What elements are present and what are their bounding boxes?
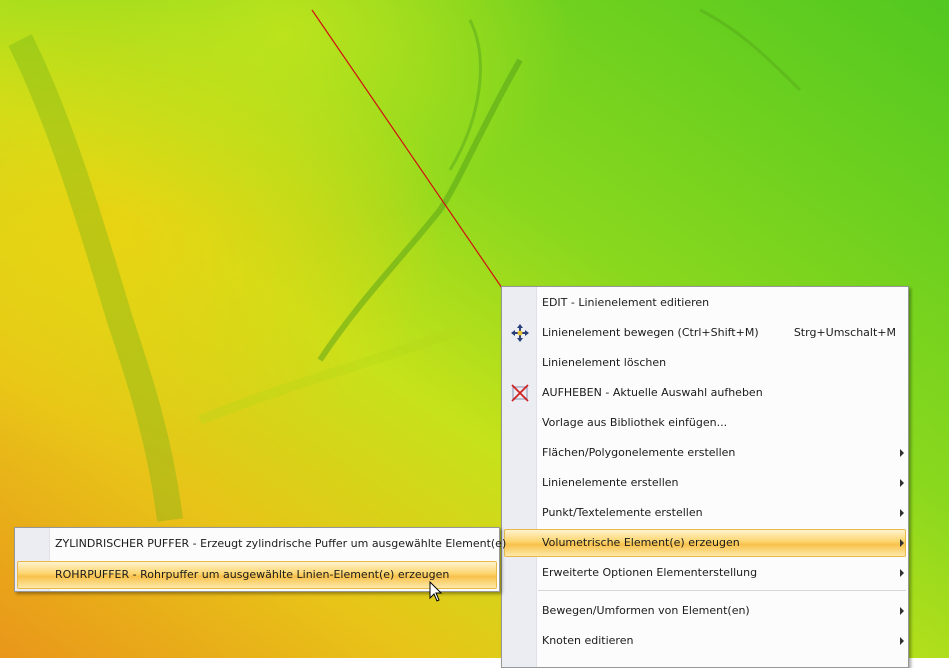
submenu-arrow-icon (900, 479, 904, 487)
menu-item-label: Bewegen/Umformen von Element(en) (542, 604, 750, 617)
menu-item-label: Linienelement löschen (542, 356, 667, 369)
submenu-item-pipe-buffer[interactable]: ROHRPUFFER - Rohrpuffer um ausgewählte L… (17, 561, 497, 589)
menu-item-label: Linienelement bewegen (Ctrl+Shift+M) (542, 326, 759, 339)
menu-item-create-area[interactable]: Flächen/Polygonelemente erstellen (504, 440, 906, 466)
menu-item-create-points[interactable]: Punkt/Textelemente erstellen (504, 500, 906, 526)
menu-item-label: EDIT - Linienelement editieren (542, 296, 710, 309)
submenu-arrow-icon (900, 509, 904, 517)
mouse-cursor-icon (429, 581, 443, 602)
menu-item-insert-template[interactable]: Vorlage aus Bibliothek einfügen... (504, 410, 906, 436)
menu-item-label: Punkt/Textelemente erstellen (542, 506, 703, 519)
submenu-item-cylindrical-buffer[interactable]: ZYLINDRISCHER PUFFER - Erzeugt zylindris… (17, 531, 506, 557)
menu-item-create-lines[interactable]: Linienelemente erstellen (504, 470, 906, 496)
context-menu: EDIT - Linienelement editieren Linienele… (501, 286, 909, 668)
menu-item-label: ZYLINDRISCHER PUFFER - Erzeugt zylindris… (55, 537, 507, 550)
menu-item-label: Linienelemente erstellen (542, 476, 679, 489)
menu-item-move-transform[interactable]: Bewegen/Umformen von Element(en) (504, 598, 906, 624)
menu-item-shortcut: Strg+Umschalt+M (793, 326, 896, 339)
submenu-arrow-icon (900, 607, 904, 615)
menu-item-label: Volumetrische Element(e) erzeugen (542, 536, 740, 549)
submenu-arrow-icon (900, 569, 904, 577)
menu-item-label: AUFHEBEN - Aktuelle Auswahl aufheben (542, 386, 763, 399)
volumetric-submenu: ZYLINDRISCHER PUFFER - Erzeugt zylindris… (14, 527, 506, 592)
menu-item-delete-line[interactable]: Linienelement löschen (504, 350, 906, 376)
menu-item-label: Erweiterte Optionen Elementerstellung (542, 566, 758, 579)
menu-item-edit-nodes[interactable]: Knoten editieren (504, 628, 906, 654)
menu-item-volumetric[interactable]: Volumetrische Element(e) erzeugen (504, 529, 906, 557)
menu-item-label: ROHRPUFFER - Rohrpuffer um ausgewählte L… (55, 568, 450, 581)
submenu-arrow-icon (900, 637, 904, 645)
submenu-arrow-icon (900, 539, 904, 547)
menu-item-edit-line[interactable]: EDIT - Linienelement editieren (504, 290, 906, 316)
menu-separator (538, 590, 906, 591)
move-arrows-icon (511, 324, 529, 342)
deselect-x-icon (511, 384, 529, 402)
menu-item-label: Knoten editieren (542, 634, 634, 647)
menu-item-label: Vorlage aus Bibliothek einfügen... (542, 416, 728, 429)
menu-item-deselect[interactable]: AUFHEBEN - Aktuelle Auswahl aufheben (504, 380, 906, 406)
menu-item-move-line[interactable]: Linienelement bewegen (Ctrl+Shift+M) Str… (504, 320, 906, 346)
menu-item-label: Flächen/Polygonelemente erstellen (542, 446, 736, 459)
menu-item-extended-options[interactable]: Erweiterte Optionen Elementerstellung (504, 560, 906, 586)
submenu-arrow-icon (900, 449, 904, 457)
